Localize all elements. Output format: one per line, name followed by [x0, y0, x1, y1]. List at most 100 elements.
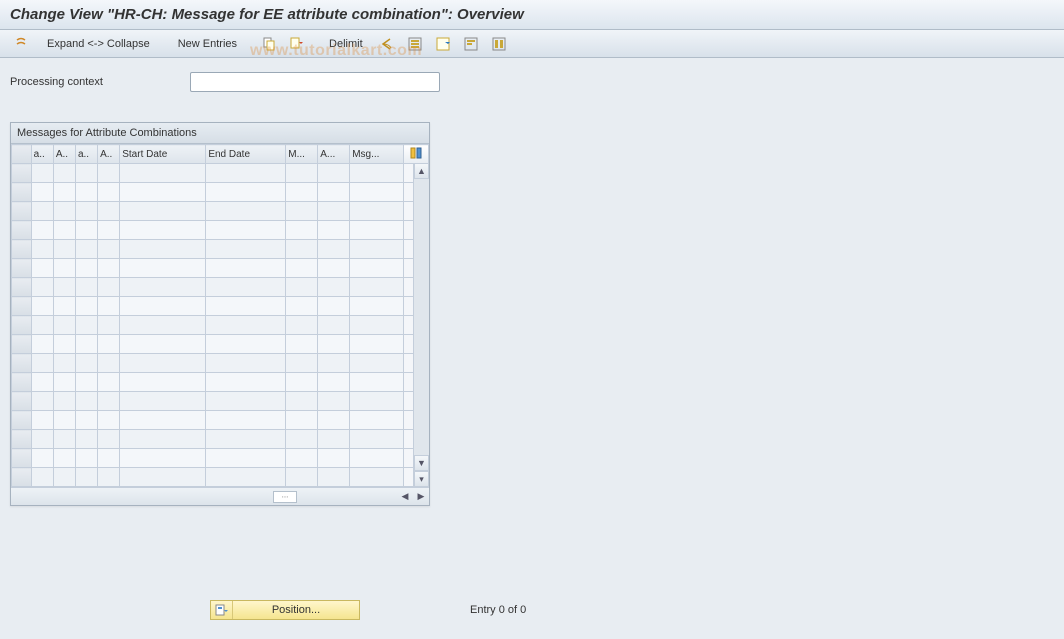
table-cell[interactable]	[120, 221, 206, 240]
table-cell[interactable]	[75, 259, 97, 278]
table-cell[interactable]	[75, 240, 97, 259]
table-cell[interactable]	[53, 240, 75, 259]
table-cell[interactable]	[206, 449, 286, 468]
table-cell[interactable]	[120, 164, 206, 183]
table-cell[interactable]	[350, 316, 404, 335]
table-cell[interactable]	[286, 392, 318, 411]
undo-icon[interactable]	[374, 34, 400, 54]
table-cell[interactable]	[53, 335, 75, 354]
table-cell[interactable]	[53, 278, 75, 297]
table-cell[interactable]	[120, 430, 206, 449]
table-cell[interactable]	[98, 221, 120, 240]
table-cell[interactable]	[318, 411, 350, 430]
table-cell[interactable]	[31, 221, 53, 240]
table-cell[interactable]	[350, 468, 404, 487]
table-cell[interactable]	[53, 297, 75, 316]
table-cell[interactable]	[318, 449, 350, 468]
row-selector[interactable]	[12, 392, 32, 411]
table-cell[interactable]	[318, 297, 350, 316]
table-cell[interactable]	[206, 240, 286, 259]
table-cell[interactable]	[350, 297, 404, 316]
table-cell[interactable]	[75, 411, 97, 430]
table-cell[interactable]	[75, 164, 97, 183]
table-cell[interactable]	[98, 392, 120, 411]
table-cell[interactable]	[286, 297, 318, 316]
table-cell[interactable]	[31, 430, 53, 449]
table-cell[interactable]	[286, 373, 318, 392]
table-cell[interactable]	[31, 449, 53, 468]
row-selector[interactable]	[12, 240, 32, 259]
table-cell[interactable]	[31, 240, 53, 259]
row-selector[interactable]	[12, 297, 32, 316]
table-cell[interactable]	[350, 278, 404, 297]
table-cell[interactable]	[206, 183, 286, 202]
table-row[interactable]	[12, 354, 429, 373]
table-cell[interactable]	[98, 297, 120, 316]
table-row[interactable]	[12, 278, 429, 297]
table-cell[interactable]	[98, 449, 120, 468]
scroll-down2-icon[interactable]: ▾	[414, 471, 429, 487]
table-cell[interactable]	[31, 164, 53, 183]
table-cell[interactable]	[53, 373, 75, 392]
table-cell[interactable]	[53, 449, 75, 468]
table-cell[interactable]	[350, 183, 404, 202]
table-cell[interactable]	[318, 183, 350, 202]
scroll-left-icon[interactable]: ◀	[399, 491, 411, 503]
table-row[interactable]	[12, 240, 429, 259]
column-m[interactable]: M...	[286, 145, 318, 164]
table-row[interactable]	[12, 202, 429, 221]
vertical-scrollbar[interactable]: ▲ ▼ ▾	[413, 163, 429, 487]
table-cell[interactable]	[318, 240, 350, 259]
table-cell[interactable]	[31, 354, 53, 373]
table-cell[interactable]	[31, 468, 53, 487]
config-icon[interactable]	[486, 34, 512, 54]
table-cell[interactable]	[350, 392, 404, 411]
table-cell[interactable]	[53, 164, 75, 183]
table-cell[interactable]	[318, 335, 350, 354]
table-cell[interactable]	[286, 240, 318, 259]
processing-context-input[interactable]	[190, 72, 440, 92]
table-cell[interactable]	[75, 468, 97, 487]
table-cell[interactable]	[206, 373, 286, 392]
table-config-icon[interactable]	[404, 145, 429, 164]
column-selector[interactable]	[12, 145, 32, 164]
table-cell[interactable]	[120, 297, 206, 316]
row-selector[interactable]	[12, 259, 32, 278]
table-cell[interactable]	[31, 373, 53, 392]
table-row[interactable]	[12, 335, 429, 354]
table-cell[interactable]	[75, 335, 97, 354]
table-cell[interactable]	[206, 278, 286, 297]
table-cell[interactable]	[98, 259, 120, 278]
table-cell[interactable]	[98, 202, 120, 221]
table-cell[interactable]	[31, 202, 53, 221]
table-row[interactable]	[12, 183, 429, 202]
table-row[interactable]	[12, 468, 429, 487]
table-cell[interactable]	[31, 335, 53, 354]
table-cell[interactable]	[350, 335, 404, 354]
table-cell[interactable]	[206, 297, 286, 316]
toggle-icon[interactable]	[10, 34, 36, 54]
table-cell[interactable]	[286, 468, 318, 487]
table-cell[interactable]	[31, 411, 53, 430]
table-cell[interactable]	[286, 316, 318, 335]
scroll-down-icon[interactable]: ▼	[414, 455, 429, 471]
column-a[interactable]: A...	[318, 145, 350, 164]
table-cell[interactable]	[53, 183, 75, 202]
table-cell[interactable]	[318, 221, 350, 240]
table-cell[interactable]	[286, 221, 318, 240]
row-selector[interactable]	[12, 164, 32, 183]
scroll-up-icon[interactable]: ▲	[414, 163, 429, 179]
table-cell[interactable]	[318, 354, 350, 373]
table-cell[interactable]	[350, 449, 404, 468]
table-cell[interactable]	[120, 316, 206, 335]
delimit-button[interactable]: Delimit	[320, 34, 372, 54]
table-cell[interactable]	[98, 316, 120, 335]
table-cell[interactable]	[120, 373, 206, 392]
table-cell[interactable]	[318, 468, 350, 487]
position-button[interactable]: Position...	[210, 600, 360, 620]
table-cell[interactable]	[350, 411, 404, 430]
column-a3[interactable]: a..	[75, 145, 97, 164]
row-selector[interactable]	[12, 430, 32, 449]
row-selector[interactable]	[12, 221, 32, 240]
table-cell[interactable]	[53, 259, 75, 278]
